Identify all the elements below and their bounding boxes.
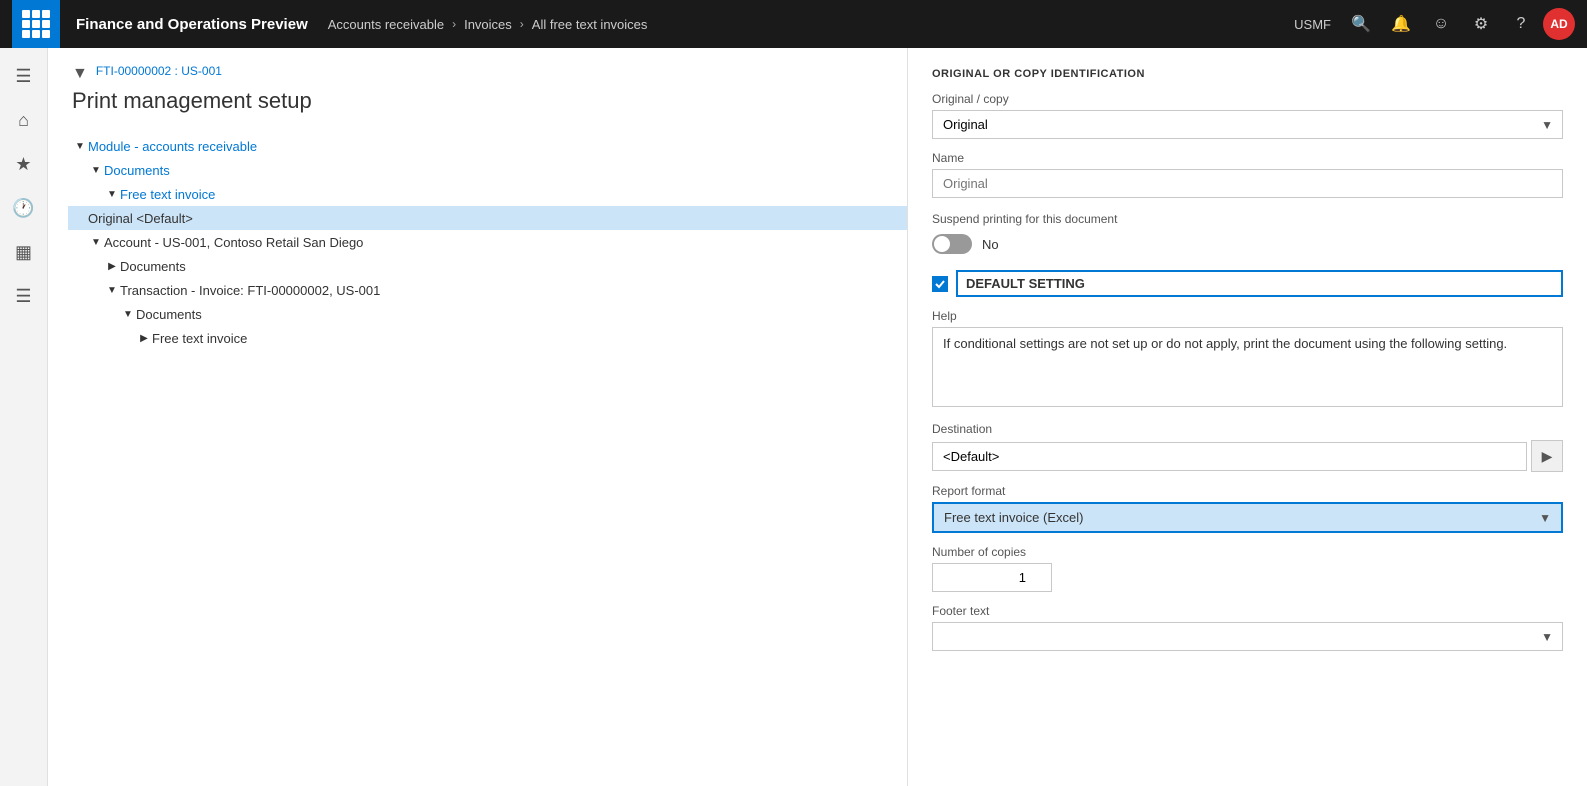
left-sidebar: ☰ ⌂ ★ 🕐 ▦ ☰: [0, 48, 48, 786]
suspend-toggle-label: No: [982, 237, 999, 252]
app-grid-button[interactable]: [12, 0, 60, 48]
sidebar-hamburger[interactable]: ☰: [4, 56, 44, 96]
grid-icon: [22, 10, 50, 38]
breadcrumb-item-1[interactable]: Accounts receivable: [328, 17, 444, 32]
tree-toggle-docs1: ▼: [88, 162, 104, 178]
user-avatar[interactable]: AD: [1543, 8, 1575, 40]
name-label: Name: [932, 151, 1563, 165]
breadcrumb: Accounts receivable › Invoices › All fre…: [328, 17, 648, 32]
breadcrumb-sep-2: ›: [520, 17, 524, 31]
top-navigation: Finance and Operations Preview Accounts …: [0, 0, 1587, 48]
tree-toggle-acct: ▼: [88, 234, 104, 250]
notifications-button[interactable]: 🔔: [1383, 6, 1419, 42]
toggle-knob: [934, 236, 950, 252]
default-setting-header: DEFAULT SETTING: [932, 270, 1563, 297]
tree: ▼ Module - accounts receivable ▼ Documen…: [72, 134, 907, 350]
suspend-label: Suspend printing for this document: [932, 212, 1563, 226]
footer-select[interactable]: [932, 622, 1563, 651]
original-copy-select-wrapper: Original Copy ▼: [932, 110, 1563, 139]
checkmark-icon: [934, 278, 946, 290]
right-panel: ORIGINAL OR COPY IDENTIFICATION Original…: [907, 48, 1587, 786]
help-button[interactable]: ?: [1503, 6, 1539, 42]
tree-item-free-text-invoice1[interactable]: ▼ Free text invoice: [104, 182, 907, 206]
destination-row: ▶: [932, 440, 1563, 472]
tree-label-acct: Account - US-001, Contoso Retail San Die…: [104, 235, 363, 250]
main-layout: ☰ ⌂ ★ 🕐 ▦ ☰ ▼ FTI-00000002 : US-001 Prin…: [0, 48, 1587, 786]
report-format-select[interactable]: Free text invoice (Excel) ▼: [932, 502, 1563, 533]
env-label: USMF: [1286, 17, 1339, 32]
sidebar-modules[interactable]: ☰: [4, 276, 44, 316]
tree-item-original-default[interactable]: Original <Default>: [68, 206, 907, 230]
page-title: Print management setup: [72, 88, 883, 114]
main-content: ▼ FTI-00000002 : US-001 Print management…: [48, 48, 907, 786]
report-format-chevron-icon: ▼: [1539, 511, 1551, 525]
tree-toggle-module: ▼: [72, 138, 88, 154]
tree-toggle-txn: ▼: [104, 282, 120, 298]
topnav-right-actions: USMF 🔍 🔔 ☺ ⚙ ? AD: [1286, 6, 1575, 42]
tree-label-fti2: Free text invoice: [152, 331, 247, 346]
copies-input[interactable]: [932, 563, 1052, 592]
settings-button[interactable]: ⚙: [1463, 6, 1499, 42]
suspend-toggle[interactable]: [932, 234, 972, 254]
footer-label: Footer text: [932, 604, 1563, 618]
sidebar-favorites[interactable]: ★: [4, 144, 44, 184]
tree-label-docs2: Documents: [120, 259, 186, 274]
suspend-toggle-row: No: [932, 234, 1563, 254]
name-input[interactable]: [932, 169, 1563, 198]
breadcrumb-sep-1: ›: [452, 17, 456, 31]
tree-item-documents3[interactable]: ▼ Documents: [120, 302, 907, 326]
default-setting-title: DEFAULT SETTING: [956, 270, 1563, 297]
tree-label-txn: Transaction - Invoice: FTI-00000002, US-…: [120, 283, 380, 298]
report-format-label: Report format: [932, 484, 1563, 498]
help-label: Help: [932, 309, 1563, 323]
original-copy-label: Original / copy: [932, 92, 1563, 106]
destination-action-button[interactable]: ▶: [1531, 440, 1563, 472]
sidebar-home[interactable]: ⌂: [4, 100, 44, 140]
tree-toggle-docs3: ▼: [120, 306, 136, 322]
destination-input[interactable]: [932, 442, 1527, 471]
tree-item-account[interactable]: ▼ Account - US-001, Contoso Retail San D…: [88, 230, 907, 254]
record-id: FTI-00000002 : US-001: [96, 64, 222, 78]
original-copy-select[interactable]: Original Copy: [932, 110, 1563, 139]
tree-item-documents2[interactable]: ▶ Documents: [104, 254, 907, 278]
help-textarea[interactable]: If conditional settings are not set up o…: [932, 327, 1563, 407]
tree-label-docs3: Documents: [136, 307, 202, 322]
app-title: Finance and Operations Preview: [60, 16, 328, 33]
tree-label-docs1: Documents: [104, 163, 170, 178]
filter-icon[interactable]: ▼: [72, 65, 88, 83]
destination-label: Destination: [932, 422, 1563, 436]
tree-toggle-orig: [72, 210, 88, 226]
tree-item-documents1[interactable]: ▼ Documents: [88, 158, 907, 182]
sidebar-recent[interactable]: 🕐: [4, 188, 44, 228]
tree-toggle-docs2: ▶: [104, 258, 120, 274]
footer-select-wrapper: ▼: [932, 622, 1563, 651]
tree-toggle-fti1: ▼: [104, 186, 120, 202]
copies-label: Number of copies: [932, 545, 1563, 559]
tree-item-module[interactable]: ▼ Module - accounts receivable: [72, 134, 907, 158]
section-title: ORIGINAL OR COPY IDENTIFICATION: [932, 68, 1563, 80]
search-button[interactable]: 🔍: [1343, 6, 1379, 42]
tree-label-orig: Original <Default>: [88, 211, 193, 226]
feedback-button[interactable]: ☺: [1423, 6, 1459, 42]
default-setting-checkbox[interactable]: [932, 276, 948, 292]
sidebar-workspaces[interactable]: ▦: [4, 232, 44, 272]
tree-item-transaction[interactable]: ▼ Transaction - Invoice: FTI-00000002, U…: [104, 278, 907, 302]
tree-toggle-fti2: ▶: [136, 330, 152, 346]
breadcrumb-item-2[interactable]: Invoices: [464, 17, 512, 32]
tree-label-module: Module - accounts receivable: [88, 139, 257, 154]
report-format-value: Free text invoice (Excel): [944, 510, 1083, 525]
tree-item-free-text-invoice2[interactable]: ▶ Free text invoice: [136, 326, 907, 350]
breadcrumb-item-3[interactable]: All free text invoices: [532, 17, 648, 32]
tree-label-fti1: Free text invoice: [120, 187, 215, 202]
